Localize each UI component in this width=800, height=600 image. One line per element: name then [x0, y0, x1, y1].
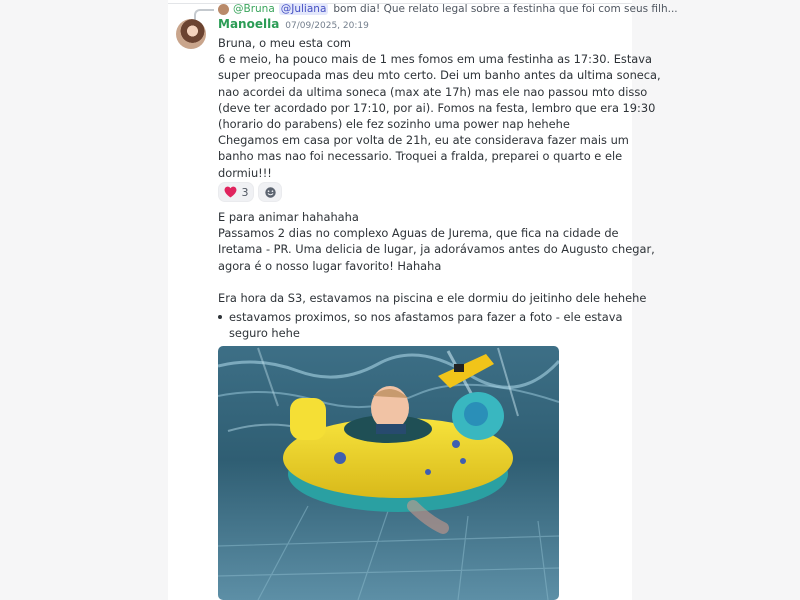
message-line: 6 e meio, ha pouco mais de 1 mes fomos e… — [218, 52, 653, 67]
message-line: nao acordei da ultima soneca (max ate 17… — [218, 84, 648, 99]
message-line: super preocupada mas deu mto certo. Dei … — [218, 68, 661, 83]
reaction-heart[interactable]: 3 — [218, 182, 254, 202]
bullet-line: estavamos proximos, so nos afastamos par… — [229, 310, 623, 324]
bullet-dot — [218, 315, 222, 319]
image-attachment[interactable] — [218, 346, 559, 600]
pool-photo — [218, 346, 559, 600]
message-line: Passamos 2 dias no complexo Aguas de Jur… — [218, 226, 619, 241]
message-body-1: Bruna, o meu esta com 6 e meio, ha pouco… — [218, 35, 661, 181]
message-line: Chegamos em casa por volta de 21h, eu at… — [218, 133, 629, 148]
bullet-line: seguro hehe — [229, 326, 300, 341]
message-line: Era hora da S3, estavamos na piscina e e… — [218, 291, 647, 305]
reply-preview[interactable]: @Bruna @Juliana bom dia! Que relato lega… — [218, 2, 678, 16]
add-reaction-icon — [264, 186, 276, 198]
message-line: dormiu!!! — [218, 165, 272, 180]
list-item: estavamos proximos, so nos afastamos par… — [229, 309, 622, 341]
message-line: (horario do parabens) ele fez sozinho um… — [218, 116, 570, 131]
avatar[interactable] — [176, 19, 206, 49]
message-header: Manoella 07/09/2025, 20:19 — [218, 17, 369, 33]
message-line: E para animar hahahaha — [218, 210, 359, 224]
message-body-2: E para animar hahahaha Passamos 2 dias n… — [218, 209, 655, 274]
author-name[interactable]: Manoella — [218, 17, 279, 31]
add-reaction-button[interactable] — [258, 182, 282, 202]
message-line: agora é o nosso lugar favorito! Hahaha — [218, 258, 442, 273]
message-line: banho mas nao foi necessario. Troquei a … — [218, 149, 623, 164]
reply-author[interactable]: @Bruna — [233, 3, 275, 15]
reply-text[interactable]: bom dia! Que relato legal sobre a festin… — [333, 3, 677, 15]
message-line: Iretama - PR. Uma delicia de lugar, ja a… — [218, 242, 655, 257]
reply-avatar[interactable] — [218, 3, 229, 15]
message-line: (deve ter acordado por 17:10, por ai). F… — [218, 100, 656, 115]
timestamp: 07/09/2025, 20:19 — [285, 21, 369, 31]
message-line: Bruna, o meu esta com — [218, 36, 352, 50]
heart-icon — [224, 186, 236, 198]
reply-mention[interactable]: @Juliana — [278, 3, 329, 15]
reaction-count: 3 — [241, 185, 249, 199]
reactions-bar: 3 — [218, 182, 282, 202]
message-body-3: Era hora da S3, estavamos na piscina e e… — [218, 290, 646, 306]
